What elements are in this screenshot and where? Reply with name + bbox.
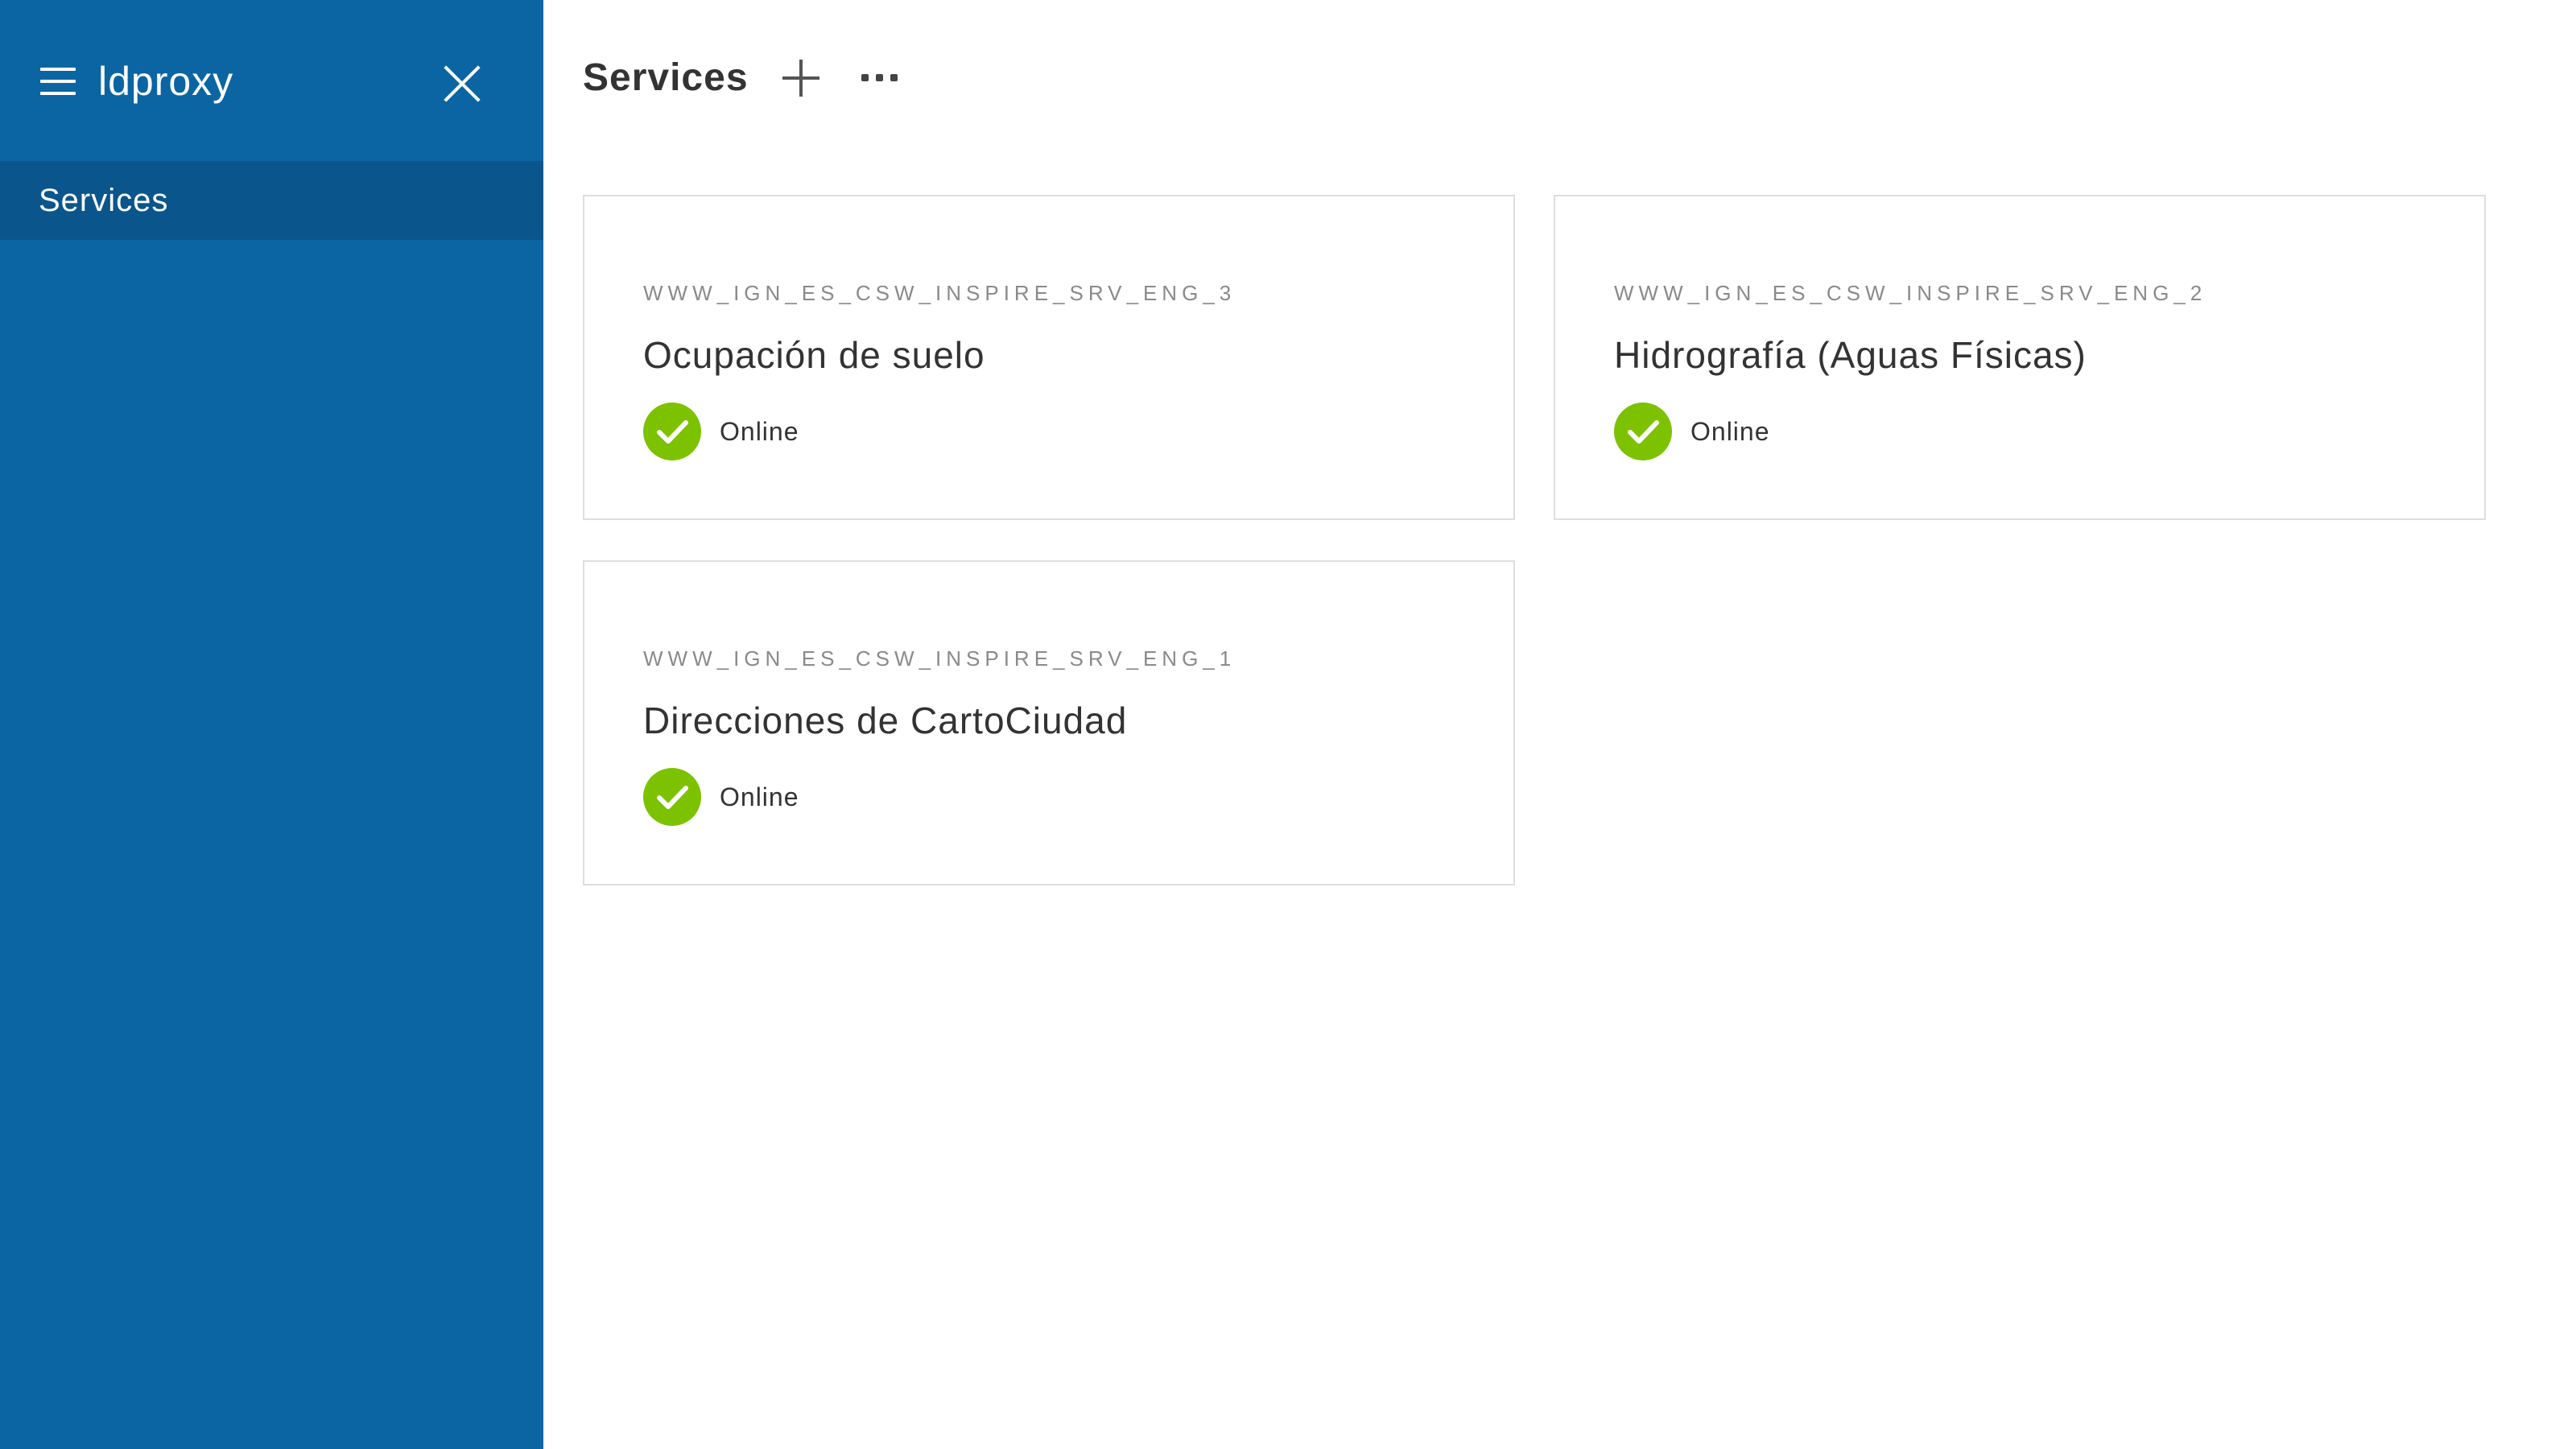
more-horizontal-icon[interactable] [861, 71, 898, 84]
sidebar-item-label: Services [39, 183, 169, 218]
sidebar-header: ldproxy [0, 0, 543, 161]
app-root: ldproxy Services Services WWW_IGN_ES_CSW… [0, 0, 2576, 1449]
app-title: ldproxy [98, 59, 234, 104]
service-card[interactable]: WWW_IGN_ES_CSW_INSPIRE_SRV_ENG_1 Direcci… [583, 560, 1515, 886]
plus-icon[interactable] [782, 60, 819, 97]
service-title: Ocupación de suelo [643, 334, 985, 376]
hamburger-menu-icon[interactable] [40, 67, 76, 96]
service-title: Hidrografía (Aguas Físicas) [1614, 334, 2087, 376]
service-id: WWW_IGN_ES_CSW_INSPIRE_SRV_ENG_3 [643, 281, 1236, 305]
service-id: WWW_IGN_ES_CSW_INSPIRE_SRV_ENG_1 [643, 646, 1236, 671]
close-icon[interactable] [443, 64, 481, 103]
check-circle-icon [643, 768, 701, 826]
service-status: Online [720, 782, 799, 811]
check-circle-icon [643, 402, 701, 460]
service-status: Online [1690, 417, 1770, 446]
sidebar-item-services[interactable]: Services [0, 161, 543, 240]
page-title: Services [583, 56, 749, 99]
check-circle-icon [1614, 402, 1672, 460]
service-status: Online [720, 417, 799, 446]
sidebar: ldproxy Services [0, 0, 543, 1449]
service-id: WWW_IGN_ES_CSW_INSPIRE_SRV_ENG_2 [1614, 281, 2207, 305]
service-title: Direcciones de CartoCiudad [643, 700, 1128, 741]
service-card[interactable]: WWW_IGN_ES_CSW_INSPIRE_SRV_ENG_2 Hidrogr… [1554, 195, 2486, 520]
service-card[interactable]: WWW_IGN_ES_CSW_INSPIRE_SRV_ENG_3 Ocupaci… [583, 195, 1515, 520]
